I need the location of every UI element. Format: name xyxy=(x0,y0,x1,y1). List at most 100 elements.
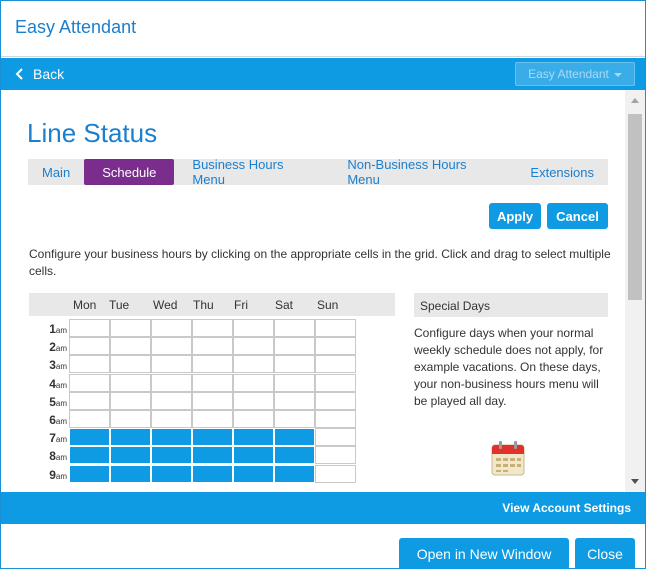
schedule-cell[interactable] xyxy=(69,391,110,410)
schedule-cell[interactable] xyxy=(274,464,315,483)
schedule-cell[interactable] xyxy=(151,373,192,392)
schedule-cell[interactable] xyxy=(274,391,315,410)
schedule-cell[interactable] xyxy=(274,319,315,337)
dialog-footer: Open in New Window Close xyxy=(1,524,645,569)
schedule-cell[interactable] xyxy=(192,355,233,374)
schedule-cell[interactable] xyxy=(110,428,151,447)
schedule-cell[interactable] xyxy=(151,337,192,356)
hour-suffix: am xyxy=(55,471,67,481)
apply-button[interactable]: Apply xyxy=(489,203,541,229)
schedule-cell[interactable] xyxy=(192,446,233,465)
schedule-cell[interactable] xyxy=(192,464,233,483)
hour-number: 8 xyxy=(49,449,56,464)
hour-label: 9am xyxy=(29,468,67,482)
view-account-settings-link[interactable]: View Account Settings xyxy=(502,501,631,515)
schedule-cell[interactable] xyxy=(110,373,151,392)
schedule-cell[interactable] xyxy=(192,391,233,410)
day-header-thu: Thu xyxy=(193,298,214,312)
schedule-cell[interactable] xyxy=(110,355,151,374)
schedule-cell[interactable] xyxy=(192,337,233,356)
schedule-cell[interactable] xyxy=(233,337,274,356)
schedule-cell[interactable] xyxy=(233,319,274,337)
schedule-cell[interactable] xyxy=(315,337,356,356)
hour-label: 3am xyxy=(29,358,67,372)
schedule-cell[interactable] xyxy=(274,428,315,447)
schedule-cell[interactable] xyxy=(233,428,274,447)
schedule-cell[interactable] xyxy=(110,464,151,483)
schedule-cell[interactable] xyxy=(69,446,110,465)
schedule-cell[interactable] xyxy=(192,428,233,447)
back-button[interactable]: Back xyxy=(15,66,64,82)
special-days-title: Special Days xyxy=(414,293,608,317)
schedule-cell[interactable] xyxy=(315,319,356,337)
schedule-cell[interactable] xyxy=(151,319,192,337)
schedule-cell[interactable] xyxy=(110,319,151,337)
tab-bar: Main Schedule Business Hours Menu Non-Busin… xyxy=(28,157,608,187)
schedule-cell[interactable] xyxy=(151,355,192,374)
scrollbar-thumb[interactable] xyxy=(628,114,642,300)
tab-main[interactable]: Main xyxy=(28,159,84,185)
schedule-cell[interactable] xyxy=(151,410,192,428)
hour-number: 7 xyxy=(49,431,56,446)
schedule-cell[interactable] xyxy=(315,410,356,428)
schedule-cell[interactable] xyxy=(110,446,151,465)
scroll-up-icon[interactable] xyxy=(631,98,639,103)
tab-schedule[interactable]: Schedule xyxy=(84,159,175,185)
caret-down-icon xyxy=(613,73,622,77)
schedule-cell[interactable] xyxy=(233,410,274,428)
schedule-cell[interactable] xyxy=(315,355,356,374)
back-label: Back xyxy=(33,66,65,82)
schedule-cell[interactable] xyxy=(315,464,356,483)
tab-non-business-hours-menu[interactable]: Non-Business Hours Menu xyxy=(333,157,516,187)
schedule-cell[interactable] xyxy=(233,446,274,465)
cancel-button[interactable]: Cancel xyxy=(547,203,608,229)
schedule-cell[interactable] xyxy=(233,355,274,374)
day-header-wed: Wed xyxy=(153,298,178,312)
schedule-cell[interactable] xyxy=(151,464,192,483)
title-bar: Easy Attendant xyxy=(1,1,645,57)
schedule-cell[interactable] xyxy=(315,391,356,410)
app-selector-dropdown[interactable]: Easy Attendant xyxy=(515,62,635,86)
schedule-cell[interactable] xyxy=(315,373,356,392)
schedule-cell[interactable] xyxy=(69,337,110,356)
schedule-cell[interactable] xyxy=(151,446,192,465)
account-bar: View Account Settings xyxy=(1,492,645,524)
content-scrollbar[interactable] xyxy=(625,90,645,492)
schedule-cell[interactable] xyxy=(233,464,274,483)
hour-suffix: am xyxy=(55,453,67,463)
schedule-cell[interactable] xyxy=(69,464,110,483)
hour-number: 9 xyxy=(49,467,56,482)
schedule-cell[interactable] xyxy=(192,319,233,337)
schedule-cell[interactable] xyxy=(151,391,192,410)
tab-business-hours-menu[interactable]: Business Hours Menu xyxy=(178,157,333,187)
schedule-cell[interactable] xyxy=(274,355,315,374)
schedule-cell[interactable] xyxy=(69,355,110,374)
calendar-icon[interactable] xyxy=(488,439,528,479)
schedule-cell[interactable] xyxy=(274,337,315,356)
hour-number: 5 xyxy=(49,394,56,409)
close-button[interactable]: Close xyxy=(575,538,635,569)
schedule-cell[interactable] xyxy=(315,428,356,447)
hour-suffix: am xyxy=(55,362,67,372)
schedule-cell[interactable] xyxy=(110,391,151,410)
schedule-cell[interactable] xyxy=(151,428,192,447)
schedule-cell[interactable] xyxy=(274,373,315,392)
schedule-cell[interactable] xyxy=(274,446,315,465)
schedule-cell[interactable] xyxy=(274,410,315,428)
schedule-cell[interactable] xyxy=(192,410,233,428)
hour-label: 2am xyxy=(29,340,67,354)
schedule-cell[interactable] xyxy=(192,373,233,392)
day-header-fri: Fri xyxy=(234,298,248,312)
schedule-cell[interactable] xyxy=(233,373,274,392)
schedule-cell[interactable] xyxy=(69,410,110,428)
scroll-down-icon[interactable] xyxy=(631,479,639,484)
schedule-cell[interactable] xyxy=(315,446,356,465)
schedule-cell[interactable] xyxy=(69,373,110,392)
schedule-cell[interactable] xyxy=(69,428,110,447)
schedule-cell[interactable] xyxy=(69,319,110,337)
open-new-window-button[interactable]: Open in New Window xyxy=(399,538,569,569)
schedule-cell[interactable] xyxy=(110,337,151,356)
tab-extensions[interactable]: Extensions xyxy=(516,159,608,185)
schedule-cell[interactable] xyxy=(110,410,151,428)
schedule-cell[interactable] xyxy=(233,391,274,410)
